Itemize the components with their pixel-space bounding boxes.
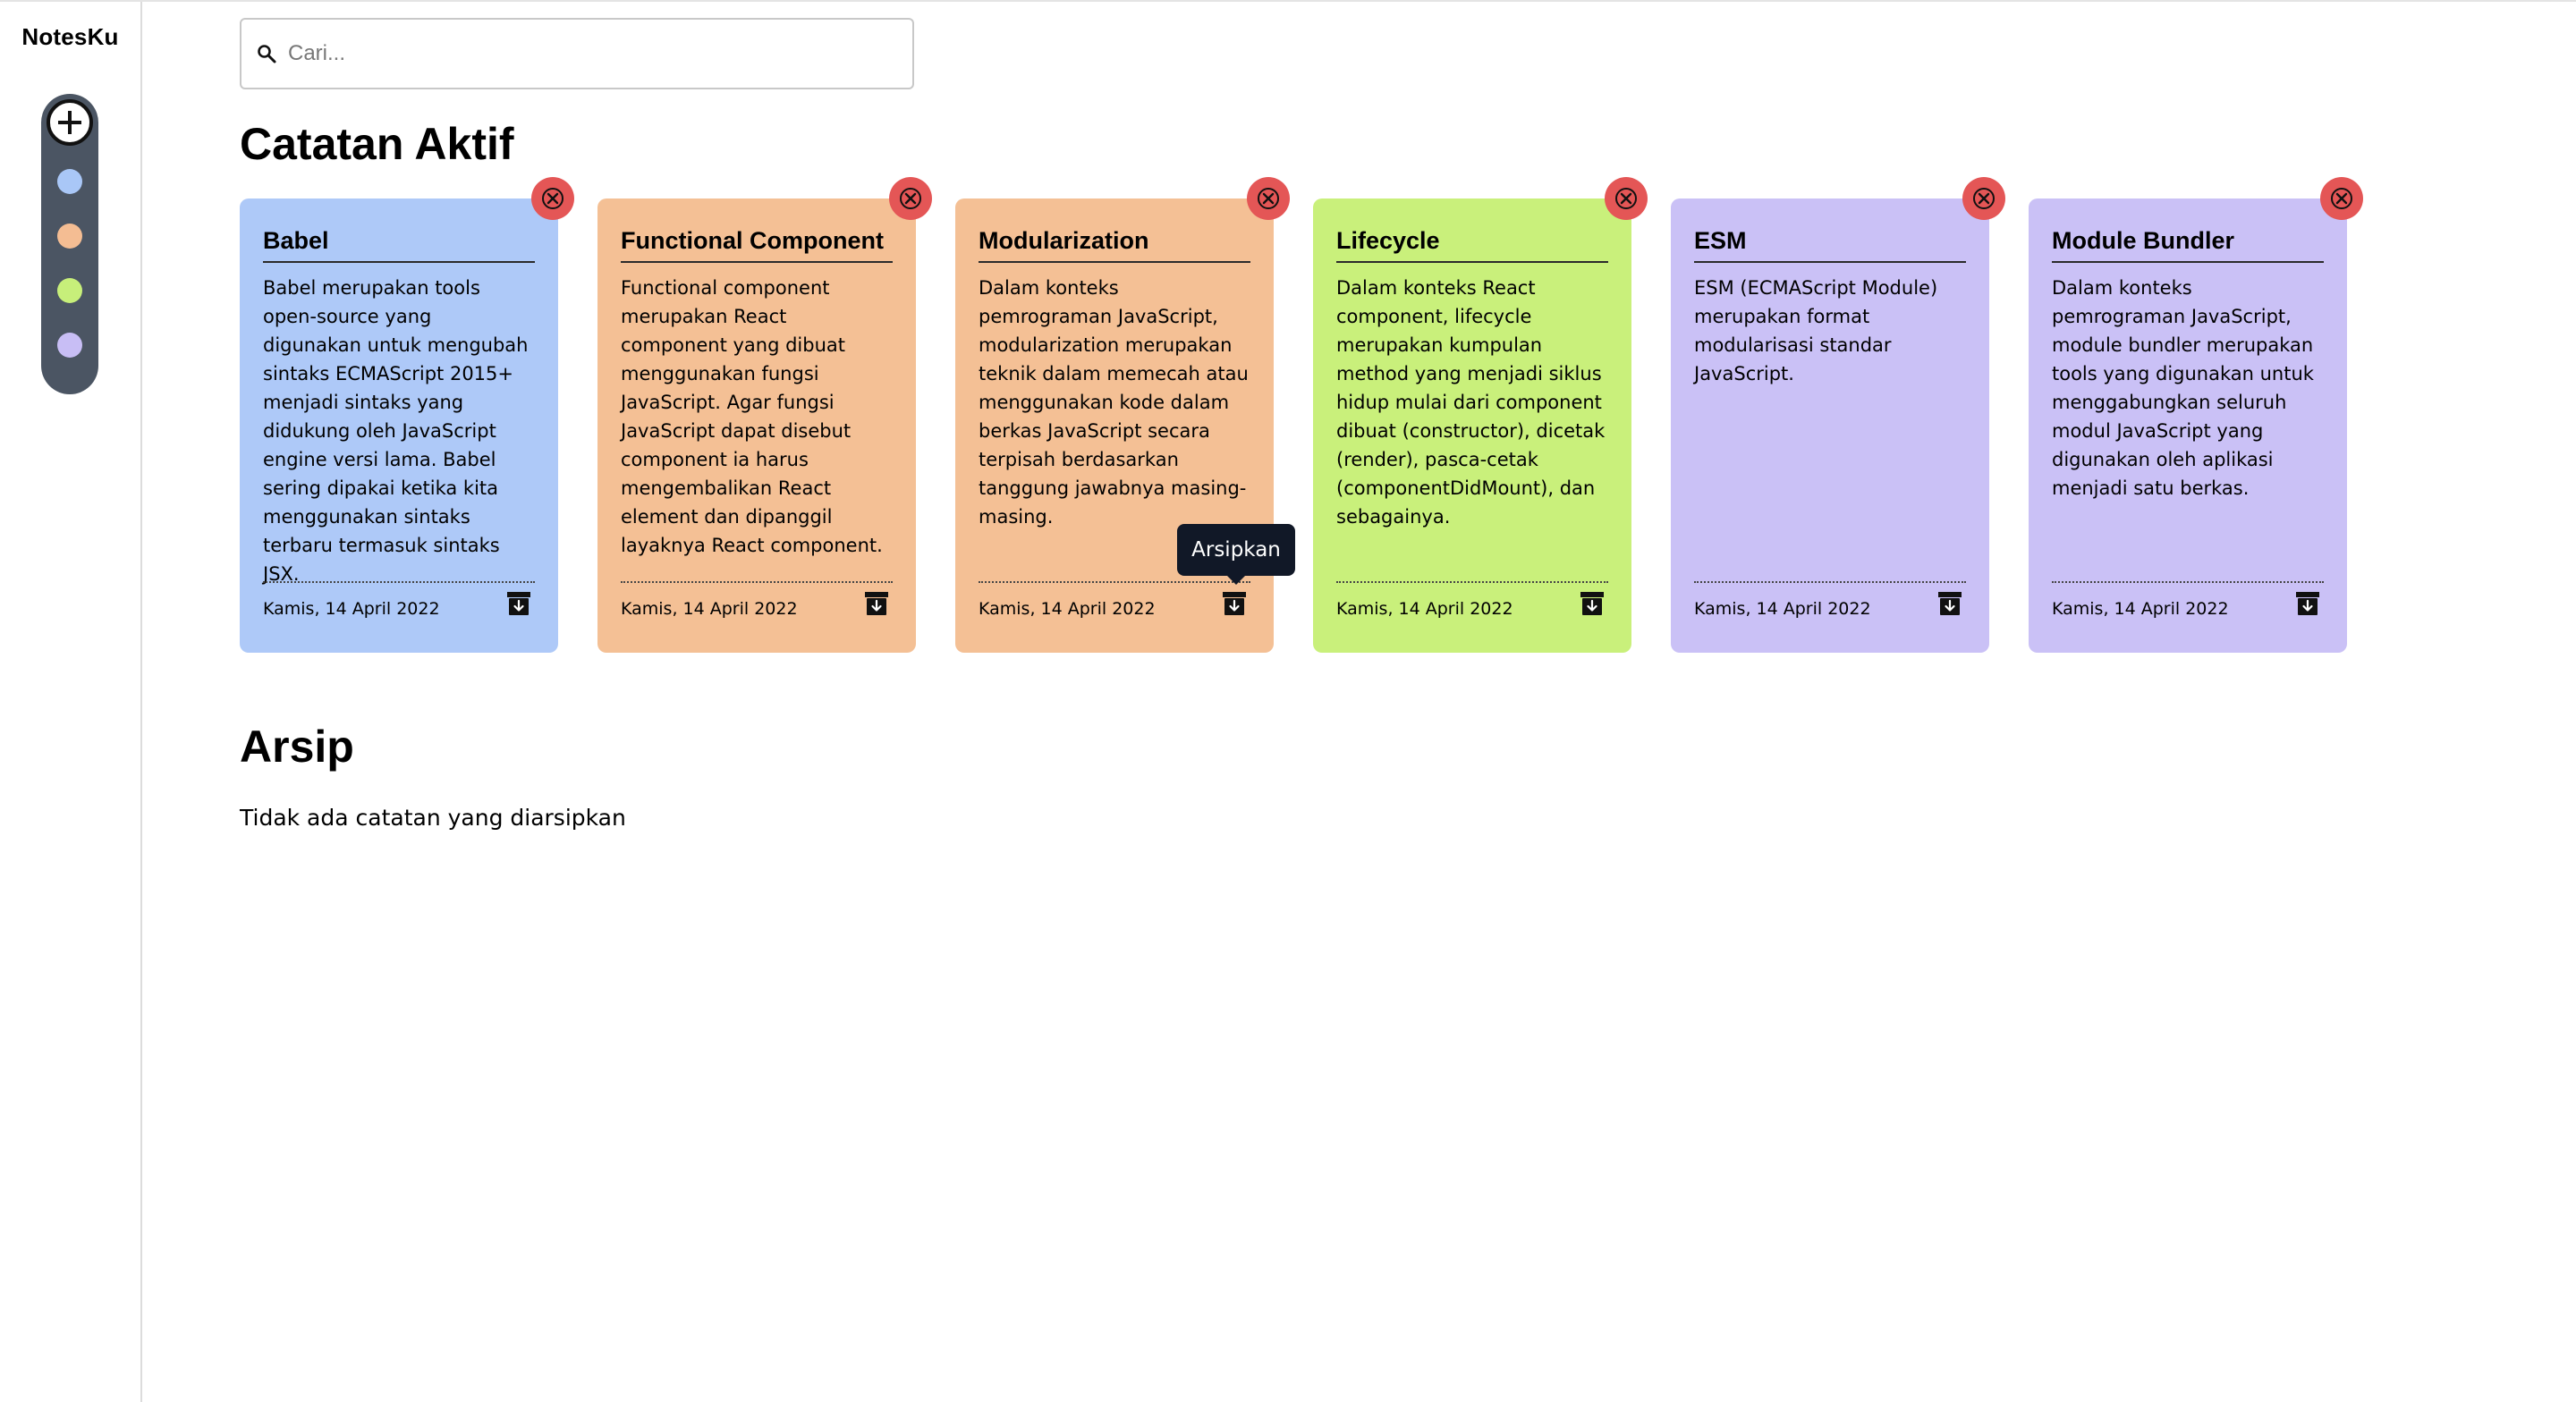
note-date: Kamis, 14 April 2022 (621, 599, 798, 619)
color-purple-button[interactable] (57, 333, 82, 358)
search-box (240, 18, 914, 89)
note-date: Kamis, 14 April 2022 (2052, 599, 2229, 619)
note-footer: Kamis, 14 April 2022 (263, 581, 535, 637)
note-card: ESM ESM (ECMAScript Module) merupakan for… (1671, 177, 2005, 653)
archive-icon[interactable] (2295, 590, 2320, 617)
note-date: Kamis, 14 April 2022 (1336, 599, 1513, 619)
archive-heading: Arsip (240, 722, 354, 772)
delete-note-button[interactable] (531, 177, 574, 220)
app-brand: NotesKu (21, 23, 119, 50)
color-orange-button[interactable] (57, 224, 82, 249)
note-title: Functional Component (621, 225, 893, 263)
sidebar: NotesKu (0, 2, 142, 1402)
archive-tooltip: Arsipkan (1177, 524, 1295, 585)
archive-icon[interactable] (1937, 590, 1962, 617)
archive-icon[interactable] (1580, 590, 1605, 617)
note-card: Lifecycle Dalam konteks React component, … (1313, 177, 1648, 653)
archive-empty-message: Tidak ada catatan yang diarsipkan (240, 805, 626, 831)
note-card: Modularization Dalam konteks pemrograman … (955, 177, 1290, 653)
add-note-button[interactable] (47, 99, 93, 146)
archive-icon[interactable] (864, 590, 889, 617)
note-body: Functional component merupakan React com… (621, 277, 883, 556)
delete-note-button[interactable] (1605, 177, 1648, 220)
note-body: Dalam konteks React component, lifecycle… (1336, 277, 1606, 528)
note-body: ESM (ECMAScript Module) merupakan format… (1694, 277, 1938, 384)
delete-note-button[interactable] (2320, 177, 2363, 220)
note-footer: Kamis, 14 April 2022 (1336, 581, 1608, 637)
delete-note-button[interactable] (1962, 177, 2005, 220)
note-footer: Kamis, 14 April 2022 (2052, 581, 2324, 637)
delete-note-button[interactable] (1247, 177, 1290, 220)
note-title: Babel (263, 225, 535, 263)
note-card: Functional Component Functional component… (597, 177, 932, 653)
note-body: Babel merupakan tools open-source yang d… (263, 277, 529, 585)
delete-note-button[interactable] (889, 177, 932, 220)
search-icon (258, 45, 276, 63)
color-green-button[interactable] (57, 278, 82, 303)
note-card: Babel Babel merupakan tools open-source y… (240, 177, 574, 653)
search-input[interactable] (288, 32, 896, 75)
archive-icon[interactable] (506, 590, 531, 617)
active-notes-heading: Catatan Aktif (240, 119, 514, 169)
note-title: Lifecycle (1336, 225, 1608, 263)
note-footer: Kamis, 14 April 2022 (979, 581, 1250, 637)
color-picker-pill (41, 94, 98, 394)
note-date: Kamis, 14 April 2022 (1694, 599, 1871, 619)
note-date: Kamis, 14 April 2022 (979, 599, 1156, 619)
note-title: Modularization (979, 225, 1250, 263)
note-footer: Kamis, 14 April 2022 (621, 581, 893, 637)
note-card: Module Bundler Dalam konteks pemrograman … (2029, 177, 2363, 653)
top-border (0, 0, 2576, 2)
note-title: Module Bundler (2052, 225, 2324, 263)
note-footer: Kamis, 14 April 2022 (1694, 581, 1966, 637)
color-blue-button[interactable] (57, 169, 82, 194)
note-body: Dalam konteks pemrograman JavaScript, mo… (2052, 277, 2314, 499)
note-title: ESM (1694, 225, 1966, 263)
note-date: Kamis, 14 April 2022 (263, 599, 440, 619)
archive-icon[interactable] (1222, 590, 1247, 617)
